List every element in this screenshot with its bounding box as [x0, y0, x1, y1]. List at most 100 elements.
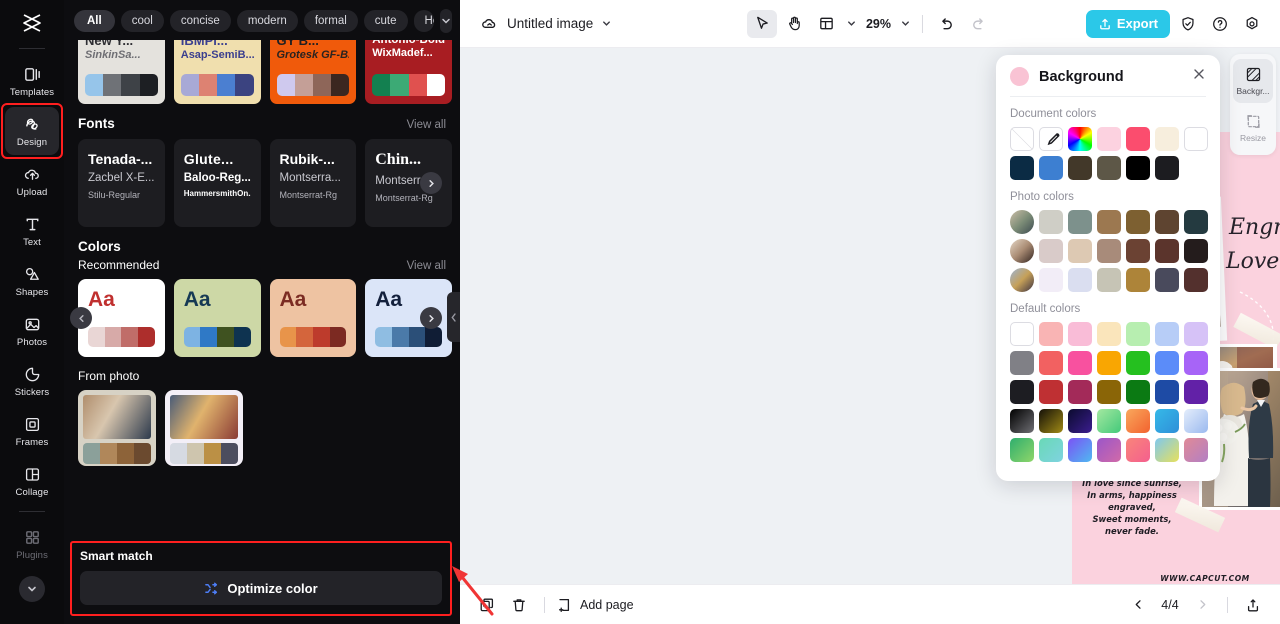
delete-icon[interactable]	[506, 592, 532, 618]
photo-thumb-2[interactable]	[1010, 239, 1034, 263]
color-swatch[interactable]	[1184, 351, 1208, 375]
chevron-down-icon[interactable]	[601, 18, 612, 29]
shield-check-icon[interactable]	[1174, 10, 1202, 38]
fonts-view-all[interactable]: View all	[407, 119, 446, 131]
color-swatch[interactable]	[1097, 351, 1121, 375]
settings-icon[interactable]	[1238, 10, 1266, 38]
gradient-swatch[interactable]	[1184, 409, 1208, 433]
chip-holiday[interactable]: Holiday	[413, 10, 434, 32]
color-swatch[interactable]	[1068, 380, 1092, 404]
gradient-swatch[interactable]	[1097, 409, 1121, 433]
color-swatch[interactable]	[1097, 127, 1121, 151]
color-swatch[interactable]	[1039, 322, 1063, 346]
photo-palette-card[interactable]	[78, 390, 156, 466]
chevron-down-icon[interactable]	[19, 576, 45, 602]
palette-prev-button[interactable]	[70, 307, 92, 329]
font-card[interactable]: Glute... Baloo-Reg... HammersmithOn...	[173, 139, 261, 227]
color-swatch[interactable]	[1010, 156, 1034, 180]
color-swatch[interactable]	[1155, 351, 1179, 375]
color-swatch[interactable]	[1068, 156, 1092, 180]
color-swatch[interactable]	[1010, 380, 1034, 404]
color-swatch[interactable]	[1126, 380, 1150, 404]
color-swatch[interactable]	[1039, 156, 1063, 180]
add-page-button[interactable]: Add page	[557, 597, 634, 613]
gradient-swatch[interactable]	[1068, 409, 1092, 433]
color-swatch[interactable]	[1184, 322, 1208, 346]
color-swatch[interactable]	[1097, 156, 1121, 180]
color-swatch[interactable]	[1097, 322, 1121, 346]
sidebar-item-frames[interactable]: Frames	[5, 407, 59, 455]
layout-tool-button[interactable]	[811, 10, 841, 38]
close-icon[interactable]	[1192, 67, 1206, 86]
color-swatch[interactable]	[1155, 127, 1179, 151]
gradient-swatch[interactable]	[1039, 409, 1063, 433]
template-card[interactable]: Antonio-Bold WixMadef...	[365, 40, 452, 104]
color-swatch[interactable]	[1184, 268, 1208, 292]
capcut-logo-icon[interactable]	[15, 6, 49, 40]
palette-next-button[interactable]	[420, 307, 442, 329]
gradient-swatch[interactable]	[1039, 438, 1063, 462]
sidebar-item-text[interactable]: Text	[5, 207, 59, 255]
hand-tool-button[interactable]	[779, 10, 809, 38]
sidebar-item-plugins[interactable]: Plugins	[5, 520, 59, 568]
select-tool-button[interactable]	[746, 9, 777, 38]
color-swatch[interactable]	[1126, 351, 1150, 375]
export-button[interactable]: Export	[1085, 9, 1170, 38]
color-swatch[interactable]	[1184, 127, 1208, 151]
color-swatch[interactable]	[1155, 156, 1179, 180]
font-card[interactable]: Tenada-... Zacbel X-E... Stilu-Regular	[78, 139, 165, 227]
gradient-swatch[interactable]	[1126, 438, 1150, 462]
color-swatch[interactable]	[1184, 239, 1208, 263]
color-swatch[interactable]	[1126, 156, 1150, 180]
color-swatch[interactable]	[1068, 351, 1092, 375]
sidebar-item-upload[interactable]: Upload	[5, 157, 59, 205]
undo-button[interactable]	[931, 10, 961, 38]
color-swatch[interactable]	[1126, 210, 1150, 234]
chip-concise[interactable]: concise	[169, 10, 231, 32]
color-swatch[interactable]	[1155, 322, 1179, 346]
color-swatch[interactable]	[1039, 268, 1063, 292]
sidebar-item-templates[interactable]: Templates	[5, 57, 59, 105]
gradient-swatch[interactable]	[1097, 438, 1121, 462]
font-card[interactable]: Rubik-... Montserra... Montserrat-Rg	[269, 139, 357, 227]
color-swatch[interactable]	[1155, 210, 1179, 234]
chip-all[interactable]: All	[74, 10, 115, 32]
photo-palette-card[interactable]	[165, 390, 243, 466]
gradient-swatch[interactable]	[1010, 438, 1034, 462]
panel-scroll-area[interactable]: New Y... SinkinSa... IBMPl... Asap-SemiB…	[64, 40, 460, 624]
color-swatch[interactable]	[1097, 239, 1121, 263]
color-swatch[interactable]	[1039, 210, 1063, 234]
color-swatch[interactable]	[1155, 380, 1179, 404]
color-swatch[interactable]	[1068, 268, 1092, 292]
chevron-down-icon[interactable]	[440, 9, 452, 33]
color-swatch[interactable]	[1126, 239, 1150, 263]
next-page-button[interactable]	[1189, 592, 1215, 618]
dock-item-background[interactable]: Backgr...	[1233, 59, 1273, 103]
color-swatch[interactable]	[1068, 239, 1092, 263]
sidebar-item-photos[interactable]: Photos	[5, 307, 59, 355]
gradient-swatch[interactable]	[1126, 409, 1150, 433]
eyedropper-icon[interactable]	[1039, 127, 1063, 151]
gradient-swatch[interactable]	[1155, 438, 1179, 462]
gradient-swatch[interactable]	[1068, 438, 1092, 462]
chip-modern[interactable]: modern	[236, 10, 298, 32]
colors-view-all[interactable]: View all	[407, 260, 446, 272]
template-card[interactable]: IBMPl... Asap-SemiB...	[173, 40, 261, 104]
duplicate-icon[interactable]	[474, 592, 500, 618]
gradient-swatch[interactable]	[1010, 409, 1034, 433]
template-card[interactable]: GY B... Grotesk GF-B...	[269, 40, 357, 104]
color-swatch[interactable]	[1097, 268, 1121, 292]
help-circle-icon[interactable]	[1206, 10, 1234, 38]
gradient-swatch[interactable]	[1155, 409, 1179, 433]
color-swatch[interactable]	[1039, 351, 1063, 375]
color-swatch[interactable]	[1010, 351, 1034, 375]
color-swatch[interactable]	[1155, 268, 1179, 292]
photo-thumb-1[interactable]	[1010, 210, 1034, 234]
prev-page-button[interactable]	[1125, 592, 1151, 618]
rainbow-picker-swatch[interactable]	[1068, 127, 1092, 151]
gradient-swatch[interactable]	[1184, 438, 1208, 462]
palette-card[interactable]: Aa	[269, 279, 357, 357]
color-swatch[interactable]	[1097, 210, 1121, 234]
chip-formal[interactable]: formal	[303, 10, 358, 32]
palette-card[interactable]: Aa	[173, 279, 261, 357]
